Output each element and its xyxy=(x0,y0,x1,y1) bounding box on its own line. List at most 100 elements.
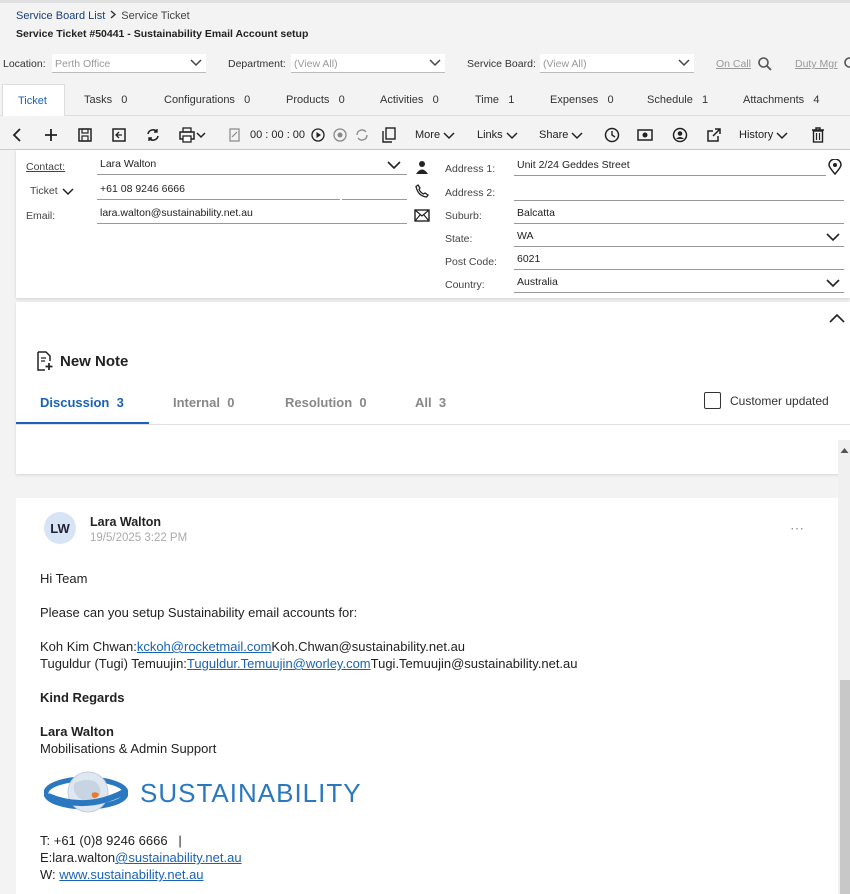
country-select[interactable]: Australia xyxy=(514,276,844,293)
tab-label: Tasks xyxy=(84,94,113,106)
customer-updated-label: Customer updated xyxy=(730,393,829,408)
tab-expenses[interactable]: Expenses 0 xyxy=(550,84,614,116)
tab-label: Activities xyxy=(380,94,424,106)
duty-mgr-link[interactable]: Duty Mgr xyxy=(795,58,838,70)
new-note-button[interactable]: New Note xyxy=(36,351,128,371)
customer-updated-toggle[interactable]: Customer updated xyxy=(704,392,829,409)
reset-timer-icon[interactable] xyxy=(355,127,369,143)
tab-internal[interactable]: Internal 0 xyxy=(173,395,234,410)
suburb-field[interactable]: Balcatta xyxy=(514,207,844,224)
contact-value: Lara Walton xyxy=(100,158,157,170)
message-line-2: Tuguldur (Tugi) Temuujin:Tuguldur.Temuuj… xyxy=(40,655,578,672)
tab-divider xyxy=(16,424,850,425)
top-border xyxy=(0,0,850,3)
stop-icon[interactable] xyxy=(333,127,347,143)
state-select[interactable]: WA xyxy=(514,230,844,247)
links-menu[interactable]: Links xyxy=(477,127,518,143)
message-timestamp: 19/5/2025 3:22 PM xyxy=(90,532,188,544)
copy-icon[interactable] xyxy=(382,127,396,143)
tab-ticket[interactable]: Ticket xyxy=(2,84,65,116)
location-select[interactable]: Perth Office xyxy=(52,54,206,73)
refresh-icon[interactable] xyxy=(145,127,161,143)
scrollbar-thumb[interactable] xyxy=(840,680,850,894)
tab-label: Discussion xyxy=(40,395,110,410)
department-select[interactable]: (View All) xyxy=(291,54,445,73)
tab-count: 3 xyxy=(438,395,447,410)
message-line-1: Koh Kim Chwan:kckoh@rocketmail.comKoh.Ch… xyxy=(40,638,465,655)
tab-label: Attachments xyxy=(743,94,805,106)
tab-label: Products xyxy=(286,94,330,106)
phone-value: +61 08 9246 6666 xyxy=(100,183,185,195)
search-icon-2[interactable] xyxy=(843,56,850,75)
address1-field[interactable]: Unit 2/24 Geddes Street xyxy=(514,159,826,176)
tab-count: 0 xyxy=(359,395,367,410)
timer-display: 00 : 00 : 00 xyxy=(250,129,306,141)
breadcrumb-service-board-list[interactable]: Service Board List xyxy=(16,10,105,22)
search-icon[interactable] xyxy=(757,56,773,75)
tab-attachments[interactable]: Attachments 4 xyxy=(743,84,819,116)
location-label: Location: xyxy=(3,58,46,70)
phone-icon[interactable] xyxy=(415,184,429,201)
external-link-icon[interactable] xyxy=(706,127,722,143)
tab-activities[interactable]: Activities 0 xyxy=(380,84,439,116)
map-pin-icon[interactable] xyxy=(828,158,842,178)
print-icon[interactable] xyxy=(179,127,207,143)
state-label: State: xyxy=(445,233,473,245)
customer-updated-checkbox[interactable] xyxy=(704,392,721,409)
line1-email-link[interactable]: kckoh@rocketmail.com xyxy=(137,639,272,654)
timer-edit-icon[interactable] xyxy=(229,127,241,143)
clock-icon[interactable] xyxy=(604,127,620,143)
tab-schedule[interactable]: Schedule 1 xyxy=(647,84,708,116)
address2-field[interactable] xyxy=(514,184,844,201)
tab-configurations[interactable]: Configurations 0 xyxy=(164,84,250,116)
mail-icon[interactable] xyxy=(414,209,430,225)
chevron-up-icon[interactable] xyxy=(829,312,845,327)
logo-text: SUSTAINABILITY xyxy=(140,777,362,808)
email-field[interactable]: lara.walton@sustainability.net.au xyxy=(97,207,407,224)
save-icon[interactable] xyxy=(77,127,93,143)
tab-count: 0 xyxy=(607,94,614,106)
email-label: Email: xyxy=(26,210,56,222)
service-board-select[interactable]: (View All) xyxy=(540,54,694,73)
department-value: (View All) xyxy=(294,58,338,70)
postcode-value: 6021 xyxy=(517,253,541,265)
user-circle-icon[interactable] xyxy=(672,127,688,143)
tab-resolution[interactable]: Resolution 0 xyxy=(285,395,367,410)
sustainability-logo: SUSTAINABILITY xyxy=(44,766,362,820)
add-icon[interactable] xyxy=(43,127,59,143)
contact-label[interactable]: Contact: xyxy=(26,161,65,173)
tab-all[interactable]: All 3 xyxy=(415,395,446,410)
signature-name: Lara Walton xyxy=(40,724,114,739)
postcode-field[interactable]: 6021 xyxy=(514,253,844,270)
ticket-phone-type[interactable]: Ticket xyxy=(30,185,74,197)
on-call-link[interactable]: On Call xyxy=(716,58,751,70)
trash-icon[interactable] xyxy=(811,127,825,143)
tab-time[interactable]: Time 1 xyxy=(475,84,514,116)
more-menu[interactable]: More xyxy=(415,127,455,143)
service-board-label: Service Board: xyxy=(467,58,536,70)
state-value: WA xyxy=(517,230,534,242)
share-menu[interactable]: Share xyxy=(539,127,583,143)
expense-icon[interactable] xyxy=(637,127,653,143)
suburb-value: Balcatta xyxy=(517,207,555,219)
person-icon[interactable] xyxy=(416,160,428,177)
tab-discussion[interactable]: Discussion 3 xyxy=(40,395,124,410)
line2-email-link[interactable]: Tuguldur.Temuujin@worley.com xyxy=(187,656,371,671)
phone-field[interactable]: +61 08 9246 6666 xyxy=(97,183,340,200)
tab-products[interactable]: Products 0 xyxy=(286,84,345,116)
tab-tasks[interactable]: Tasks 0 xyxy=(84,84,127,116)
globe-logo-icon xyxy=(44,771,128,813)
scroll-up-arrow-icon[interactable] xyxy=(840,445,849,457)
contact-select[interactable]: Lara Walton xyxy=(97,158,407,175)
sig-email-link[interactable]: @sustainability.net.au xyxy=(115,850,241,865)
sig-web-link[interactable]: www.sustainability.net.au xyxy=(59,867,203,882)
back-icon[interactable] xyxy=(10,127,24,143)
chevron-down-icon xyxy=(429,57,441,70)
phone-ext-field[interactable] xyxy=(342,183,407,200)
save-close-icon[interactable] xyxy=(111,127,127,143)
play-icon[interactable] xyxy=(311,127,325,143)
chevron-down-icon xyxy=(506,132,518,140)
tab-count: 1 xyxy=(702,94,709,106)
history-menu[interactable]: History xyxy=(739,127,788,143)
more-options-icon[interactable]: ⋯ xyxy=(790,520,805,537)
